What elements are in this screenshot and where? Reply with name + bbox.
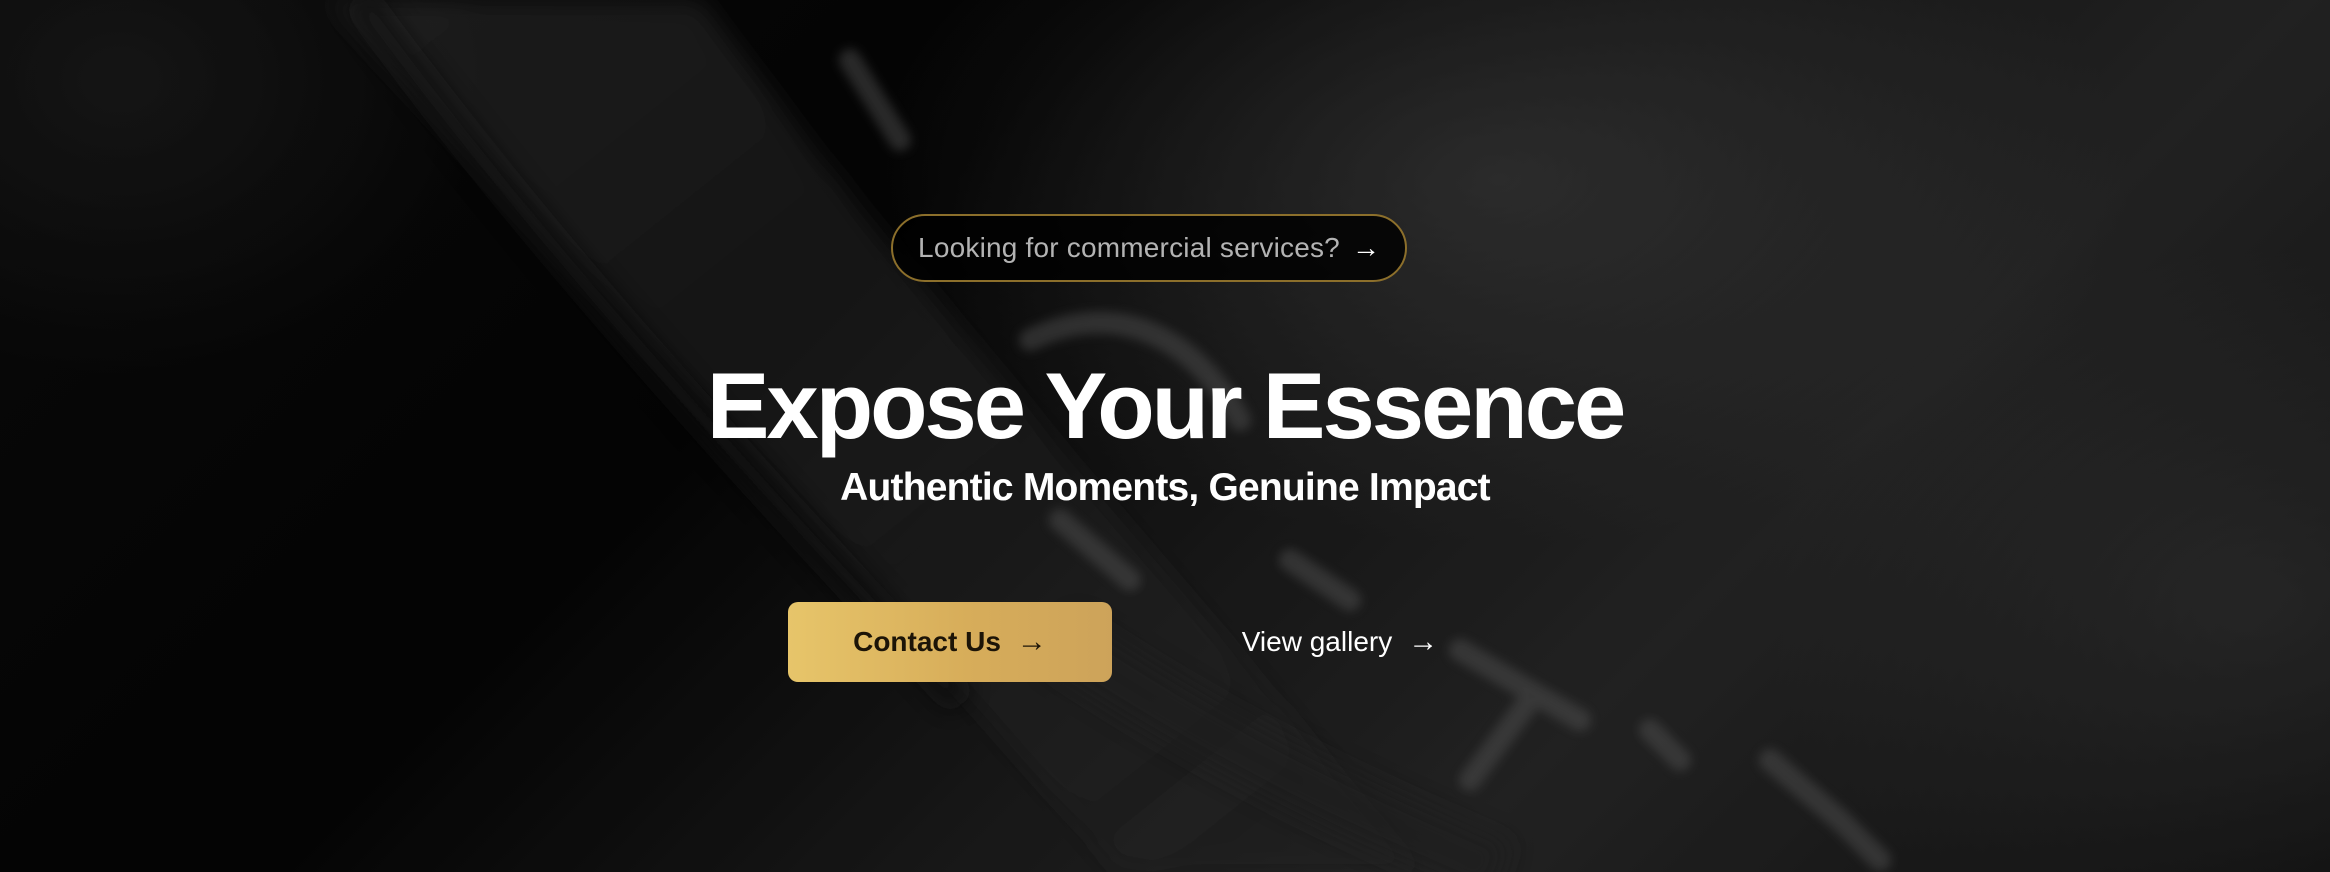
hero-section: Looking for commercial services? → Expos… bbox=[0, 0, 2330, 872]
commercial-services-label: Looking for commercial services? bbox=[918, 232, 1340, 263]
commercial-services-link[interactable]: Looking for commercial services? → bbox=[891, 214, 1407, 282]
arrow-right-icon: → bbox=[1016, 625, 1047, 658]
arrow-right-icon: → bbox=[1408, 625, 1439, 658]
arrow-right-icon: → bbox=[1351, 232, 1380, 263]
view-gallery-label: View gallery bbox=[1241, 626, 1393, 657]
page-title: Expose Your Essence bbox=[706, 353, 1627, 458]
page-subtitle: Authentic Moments, Genuine Impact bbox=[840, 466, 1490, 509]
hero-content: Looking for commercial services? → Expos… bbox=[0, 0, 2330, 872]
view-gallery-link[interactable]: View gallery → bbox=[1220, 602, 1460, 682]
contact-us-button[interactable]: Contact Us → bbox=[788, 602, 1112, 682]
contact-us-label: Contact Us bbox=[853, 626, 1001, 657]
